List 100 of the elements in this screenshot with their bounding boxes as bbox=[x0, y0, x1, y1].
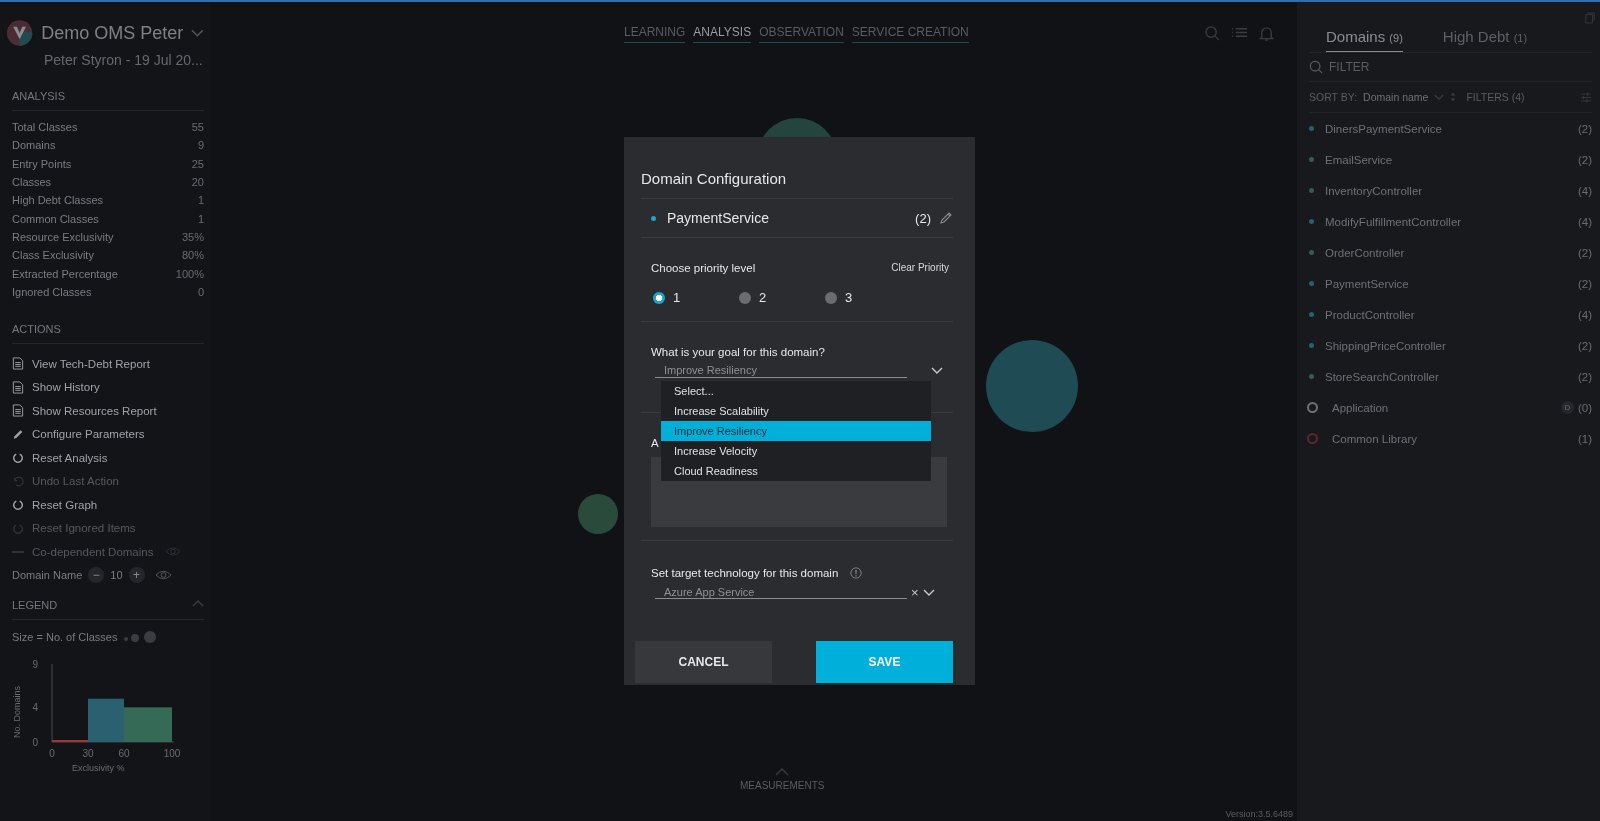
axis-title: Exclusivity % bbox=[72, 763, 125, 774]
chevron-up-icon[interactable] bbox=[192, 599, 204, 608]
field-label: Set target technology for this domain bbox=[651, 567, 839, 579]
panel-tab[interactable]: Domains (9) bbox=[1326, 28, 1403, 52]
domain-list-item[interactable]: OrderController bbox=[1325, 246, 1578, 259]
project-subtitle: Peter Styron - 19 Jul 20... bbox=[44, 52, 204, 68]
copy-icon[interactable] bbox=[1585, 12, 1595, 24]
measurements-toggle[interactable]: MEASUREMENTS bbox=[740, 780, 825, 791]
axis-title: No. Domains bbox=[12, 685, 22, 739]
increase-button[interactable]: + bbox=[128, 567, 145, 584]
stat-label: Resource Exclusivity bbox=[12, 230, 114, 243]
class-count: (0) bbox=[1577, 401, 1592, 414]
domain-list-item[interactable]: ModifyFulfillmentController bbox=[1325, 215, 1578, 228]
domain-list-item[interactable]: Application bbox=[1332, 401, 1561, 414]
legend-label: Size = No. of Classes bbox=[12, 631, 118, 644]
domain-list-item[interactable]: DinersPaymentService bbox=[1325, 122, 1578, 135]
info-icon[interactable] bbox=[850, 567, 863, 579]
radio-label: 2 bbox=[759, 290, 767, 305]
radio-button[interactable] bbox=[739, 291, 751, 304]
action-link[interactable]: Show Resources Report bbox=[32, 404, 157, 417]
domain-list-item[interactable]: EmailService bbox=[1325, 153, 1578, 166]
nav-tab[interactable]: SERVICE CREATION bbox=[851, 25, 969, 43]
action-link[interactable]: View Tech-Debt Report bbox=[32, 357, 150, 370]
tick-label: 9 bbox=[32, 658, 38, 670]
tick-label: 60 bbox=[118, 748, 130, 760]
chevron-up-icon[interactable] bbox=[775, 768, 790, 776]
sliders-icon[interactable] bbox=[1580, 91, 1592, 103]
font-size-value: 10 bbox=[110, 569, 123, 582]
stat-value: 9 bbox=[197, 139, 204, 152]
section-heading: ACTIONS bbox=[12, 322, 204, 344]
cancel-button[interactable]: CANCEL bbox=[635, 641, 772, 683]
tick-label: 100 bbox=[163, 748, 181, 760]
radio-button[interactable] bbox=[825, 291, 837, 304]
class-count: (2) bbox=[1577, 246, 1592, 259]
filter-field[interactable]: FILTER bbox=[1329, 60, 1529, 74]
search-icon[interactable] bbox=[1204, 25, 1221, 42]
action-link[interactable]: Reset Graph bbox=[32, 498, 98, 511]
sort-order-icon[interactable] bbox=[1450, 92, 1457, 102]
save-button[interactable]: SAVE bbox=[816, 641, 953, 683]
stat-value: 1 bbox=[197, 212, 204, 225]
domain-list-item[interactable]: ProductController bbox=[1325, 308, 1578, 321]
dropdown-option[interactable]: Cloud Readiness bbox=[661, 461, 931, 481]
clear-button[interactable]: × bbox=[907, 585, 923, 600]
sort-label: SORT BY: bbox=[1309, 91, 1358, 103]
logo-icon bbox=[6, 18, 34, 48]
field-label: Choose priority level bbox=[651, 262, 756, 274]
stat-value: 55 bbox=[191, 121, 204, 134]
radio-label: 3 bbox=[845, 290, 853, 305]
search-icon bbox=[1309, 60, 1323, 74]
domain-list-item[interactable]: ShippingPriceController bbox=[1325, 339, 1578, 352]
bell-icon[interactable] bbox=[1258, 25, 1275, 42]
nav-tab[interactable]: ANALYSIS bbox=[693, 25, 752, 43]
goal-select[interactable]: Improve Resiliency bbox=[655, 364, 949, 378]
version-label: Version:3.5.6489 bbox=[1225, 809, 1293, 819]
sort-dropdown[interactable]: Domain name bbox=[1363, 91, 1429, 103]
field-label: What is your goal for this domain? bbox=[651, 346, 826, 358]
stat-value: 0 bbox=[197, 285, 204, 298]
stat-label: Entry Points bbox=[12, 157, 72, 170]
target-select[interactable]: Azure App Service bbox=[655, 586, 907, 599]
domain-node[interactable] bbox=[578, 494, 618, 534]
dropdown-option[interactable]: Increase Scalability bbox=[661, 401, 931, 421]
domain-list-item[interactable]: PaymentService bbox=[1325, 277, 1578, 290]
panel-tab[interactable]: High Debt (1) bbox=[1442, 28, 1528, 52]
pencil-icon[interactable] bbox=[939, 211, 953, 225]
action-link[interactable]: Show History bbox=[32, 381, 100, 394]
class-count: (4) bbox=[1577, 184, 1592, 197]
stat-label: Total Classes bbox=[12, 121, 78, 134]
stat-value: 1 bbox=[197, 194, 204, 207]
chevron-down-icon bbox=[931, 367, 943, 375]
domain-list-item[interactable]: InventoryController bbox=[1325, 184, 1578, 197]
filters-button[interactable]: FILTERS (4) bbox=[1466, 91, 1525, 103]
stat-label: Ignored Classes bbox=[12, 285, 92, 298]
eye-icon[interactable] bbox=[154, 569, 172, 582]
dropdown-option[interactable]: Select... bbox=[661, 381, 931, 401]
stat-value: 20 bbox=[191, 176, 204, 189]
class-count: (2) bbox=[1577, 122, 1592, 135]
eye-icon[interactable] bbox=[165, 546, 182, 558]
class-count: (2) bbox=[1577, 370, 1592, 383]
tick-label: 0 bbox=[32, 736, 38, 748]
dropdown-option[interactable]: Improve Resiliency bbox=[661, 421, 931, 441]
nav-tab[interactable]: LEARNING bbox=[624, 25, 686, 43]
dropdown-option[interactable]: Increase Velocity bbox=[661, 441, 931, 461]
domain-list-item[interactable]: Common Library bbox=[1332, 432, 1578, 445]
nav-tab[interactable]: OBSERVATION bbox=[759, 25, 844, 43]
action-link[interactable]: Reset Analysis bbox=[32, 451, 108, 464]
action-link[interactable]: Configure Parameters bbox=[32, 428, 145, 441]
decrease-button[interactable]: − bbox=[88, 567, 105, 584]
class-count: (2) bbox=[1577, 339, 1592, 352]
tick-label: 30 bbox=[82, 748, 94, 760]
clear-priority-link[interactable]: Clear Priority bbox=[891, 262, 949, 274]
domain-list-item[interactable]: StoreSearchController bbox=[1325, 370, 1578, 383]
domain-node[interactable] bbox=[986, 340, 1078, 432]
stat-value: 25 bbox=[191, 157, 204, 170]
project-title[interactable]: Demo OMS Peter bbox=[41, 22, 184, 44]
class-count: (4) bbox=[1577, 215, 1592, 228]
radio-button[interactable] bbox=[653, 291, 665, 304]
section-heading: LEGEND bbox=[12, 599, 58, 612]
radio-label: 1 bbox=[673, 290, 681, 305]
section-heading: ANALYSIS bbox=[12, 90, 204, 111]
histogram-bar bbox=[124, 707, 172, 743]
